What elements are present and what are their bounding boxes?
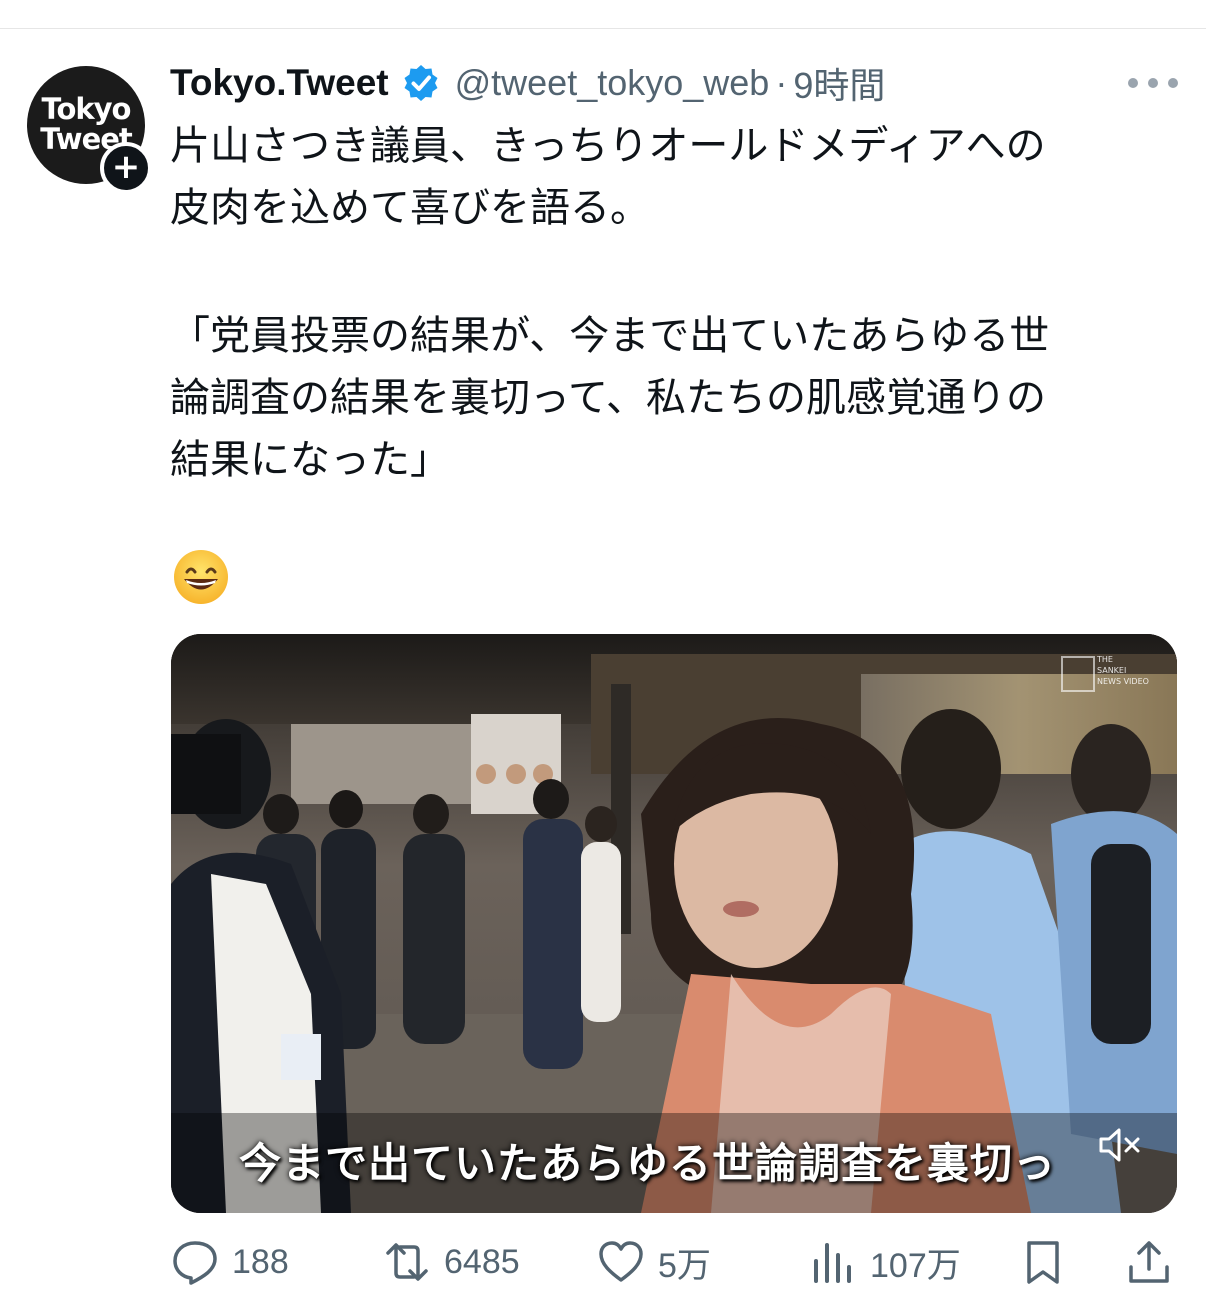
view-count: 107万: [870, 1246, 961, 1285]
author-handle[interactable]: @tweet_tokyo_web: [455, 62, 770, 104]
tweet-text-line: 皮肉を込めて喜びを語る。: [170, 185, 650, 231]
avatar-text-line1: Tokyo: [41, 92, 132, 126]
more-options-icon[interactable]: [1128, 66, 1178, 100]
subtitle-text: 今まで出ていたあらゆる世論調査を裏切っ: [239, 1139, 1057, 1188]
post-time[interactable]: 9時間: [793, 57, 885, 109]
tweet-quote-line: 結果になった」: [170, 437, 450, 483]
follow-plus-button[interactable]: +: [100, 142, 152, 194]
reply-button[interactable]: 188: [170, 1232, 289, 1292]
like-count: 5万: [658, 1246, 711, 1285]
share-button[interactable]: [1124, 1232, 1174, 1292]
bookmark-button[interactable]: [1018, 1232, 1068, 1292]
tweet-quote-line: 「党員投票の結果が、今まで出ていたあらゆる世: [170, 313, 1050, 359]
video-player[interactable]: THE SANKEI NEWS VIDEO 今まで出ていたあらゆる世論調査を裏切…: [171, 634, 1177, 1213]
repost-icon: [386, 1243, 428, 1281]
tweet-text-line: 片山さつき議員、きっちりオールドメディアへの: [170, 123, 1046, 169]
watermark-logo: THE SANKEI NEWS VIDEO: [1061, 654, 1151, 692]
subtitle-bar: 今まで出ていたあらゆる世論調査を裏切っ: [171, 1113, 1177, 1213]
action-bar: 188 6485 5万 107万: [0, 1232, 1206, 1292]
reply-count: 188: [232, 1242, 289, 1281]
bookmark-icon: [1027, 1241, 1059, 1284]
share-icon: [1129, 1241, 1169, 1283]
repost-button[interactable]: 6485: [382, 1232, 520, 1292]
views-bar-chart-icon: [814, 1243, 851, 1283]
watermark-text: THE SANKEI NEWS VIDEO: [1097, 655, 1149, 686]
separator-dot: ·: [775, 62, 788, 103]
heart-icon: [599, 1241, 643, 1282]
author-name[interactable]: Tokyo.Tweet: [170, 62, 389, 104]
muted-speaker-icon[interactable]: [1097, 1125, 1143, 1165]
verified-badge-icon[interactable]: [401, 63, 441, 103]
top-divider: [0, 28, 1206, 29]
reply-icon: [173, 1241, 217, 1285]
views-button[interactable]: 107万: [808, 1232, 961, 1292]
watermark-box: [1061, 656, 1095, 692]
grinning-face-emoji: [174, 550, 228, 604]
repost-count: 6485: [444, 1242, 520, 1281]
tweet-text: 片山さつき議員、きっちりオールドメディアへの 皮肉を込めて喜びを語る。: [170, 115, 1170, 239]
tweet-quote: 「党員投票の結果が、今まで出ていたあらゆる世 論調査の結果を裏切って、私たちの肌…: [170, 305, 1170, 491]
like-button[interactable]: 5万: [596, 1232, 711, 1292]
tweet-header: Tokyo.Tweet @tweet_tokyo_web · 9時間: [170, 58, 885, 108]
tweet-quote-line: 論調査の結果を裏切って、私たちの肌感覚通りの: [170, 375, 1046, 421]
